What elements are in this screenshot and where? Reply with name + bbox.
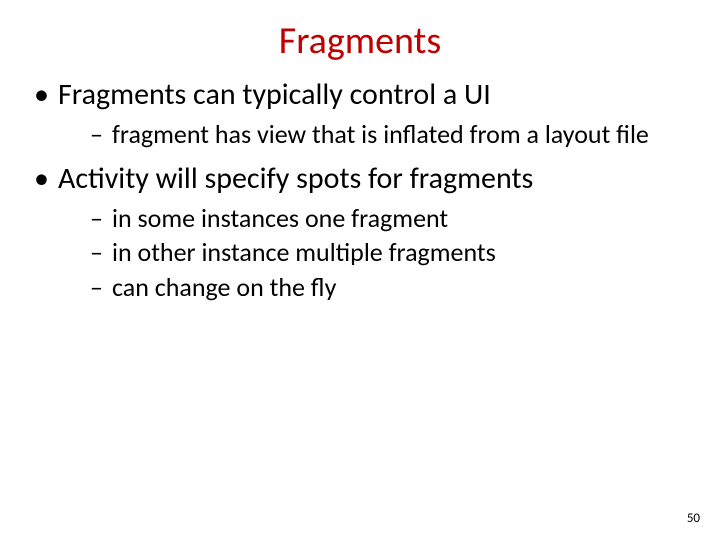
sub-bullet-item: fragment has view that is inflated from …: [90, 118, 690, 151]
sub-bullet-list: fragment has view that is inflated from …: [58, 118, 690, 151]
bullet-text: Activity will specify spots for fragment…: [58, 160, 533, 197]
bullet-item: Activity will specify spots for fragment…: [30, 160, 690, 303]
page-number: 50: [687, 511, 700, 526]
slide: Fragments Fragments can typically contro…: [0, 0, 720, 540]
sub-bullet-list: in some instances one fragment in other …: [58, 202, 690, 304]
sub-bullet-text: can change on the fly: [112, 271, 336, 303]
sub-bullet-text: fragment has view that is inflated from …: [112, 118, 649, 150]
sub-bullet-item: in some instances one fragment: [90, 202, 690, 235]
sub-bullet-item: in other instance multiple fragments: [90, 236, 690, 269]
sub-bullet-text: in some instances one fragment: [112, 202, 448, 234]
bullet-item: Fragments can typically control a UI fra…: [30, 76, 690, 150]
sub-bullet-text: in other instance multiple fragments: [112, 236, 496, 268]
slide-content: Fragments can typically control a UI fra…: [0, 64, 720, 303]
slide-title: Fragments: [0, 0, 720, 64]
sub-bullet-item: can change on the fly: [90, 271, 690, 304]
bullet-text: Fragments can typically control a UI: [58, 76, 491, 113]
bullet-list: Fragments can typically control a UI fra…: [30, 76, 690, 303]
